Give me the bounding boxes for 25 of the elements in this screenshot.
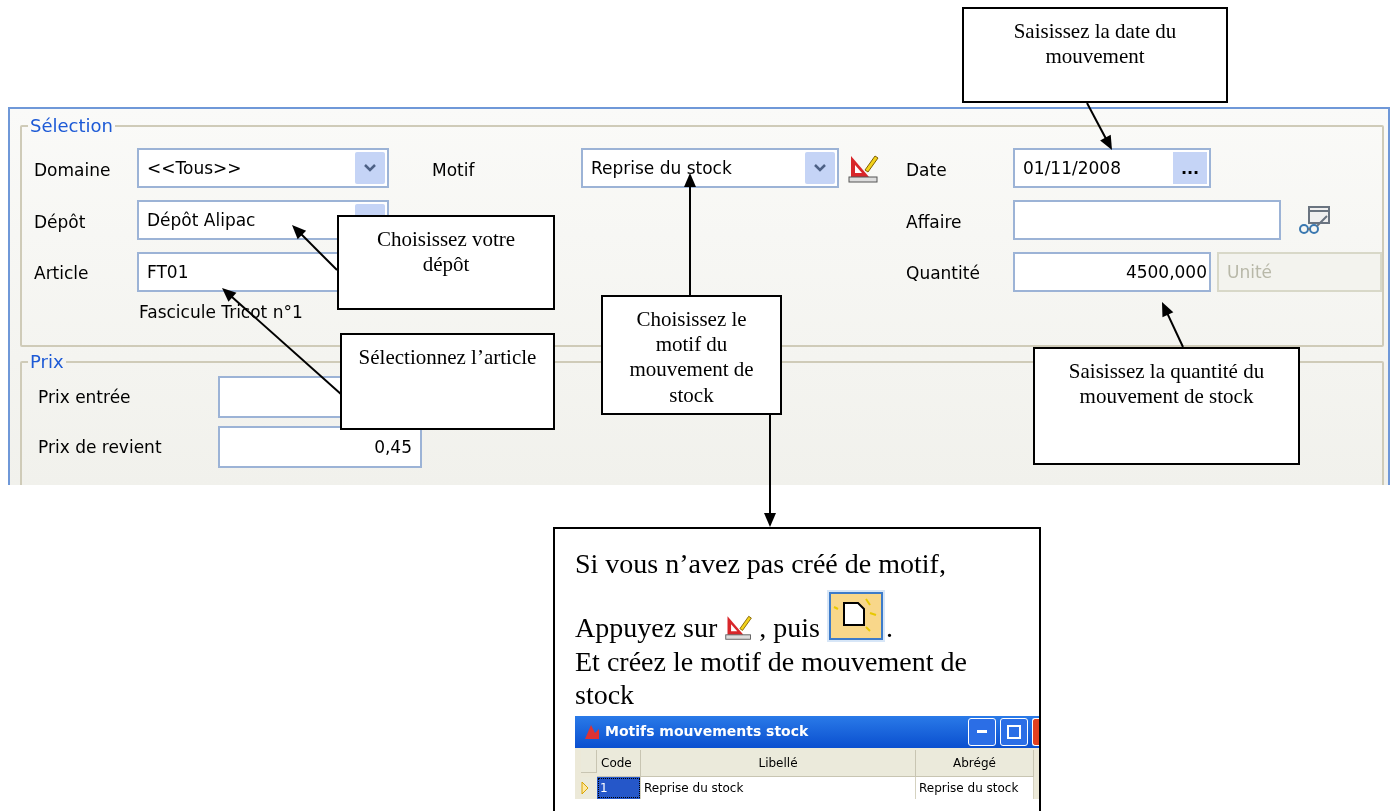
field-label: Prix entrée <box>38 387 132 407</box>
help-text: . <box>886 611 893 645</box>
field-label: Domaine <box>34 160 112 180</box>
field-label: Prix de revient <box>38 437 163 457</box>
window-title: Motifs mouvements stock <box>605 723 809 741</box>
field-label: Article <box>34 263 90 283</box>
field-label: Dépôt <box>34 212 87 232</box>
help-text: , puis <box>759 611 820 645</box>
field-label: Motif <box>432 160 476 180</box>
callout-tooltip: Choisissez votre dépôt <box>337 215 555 310</box>
group-title: Sélection <box>29 115 114 136</box>
callout-tooltip: Saisissez la date du mouvement <box>962 7 1228 103</box>
help-text: Et créez le motif de mouvement de stock <box>575 644 968 712</box>
field-label: Quantité <box>906 263 981 283</box>
group-title: Prix <box>29 351 65 372</box>
callout-tooltip: Saisissez la quantité du mouvement de stock <box>1033 347 1300 465</box>
field-label: Affaire <box>906 212 963 232</box>
table-cell: Reprise du stock <box>916 776 1034 799</box>
table-cell: Reprise du stock <box>641 776 916 799</box>
help-text: Si vous n’avez pas créé de motif, <box>575 547 946 581</box>
callout-tooltip: Choisissez le motif du mouvement de stock <box>601 295 782 415</box>
help-text: Appuyez sur <box>575 611 718 645</box>
callout-tooltip: Sélectionnez l’article <box>340 333 555 430</box>
table-cell: 1 <box>597 776 641 799</box>
field-label: Date <box>906 160 948 180</box>
